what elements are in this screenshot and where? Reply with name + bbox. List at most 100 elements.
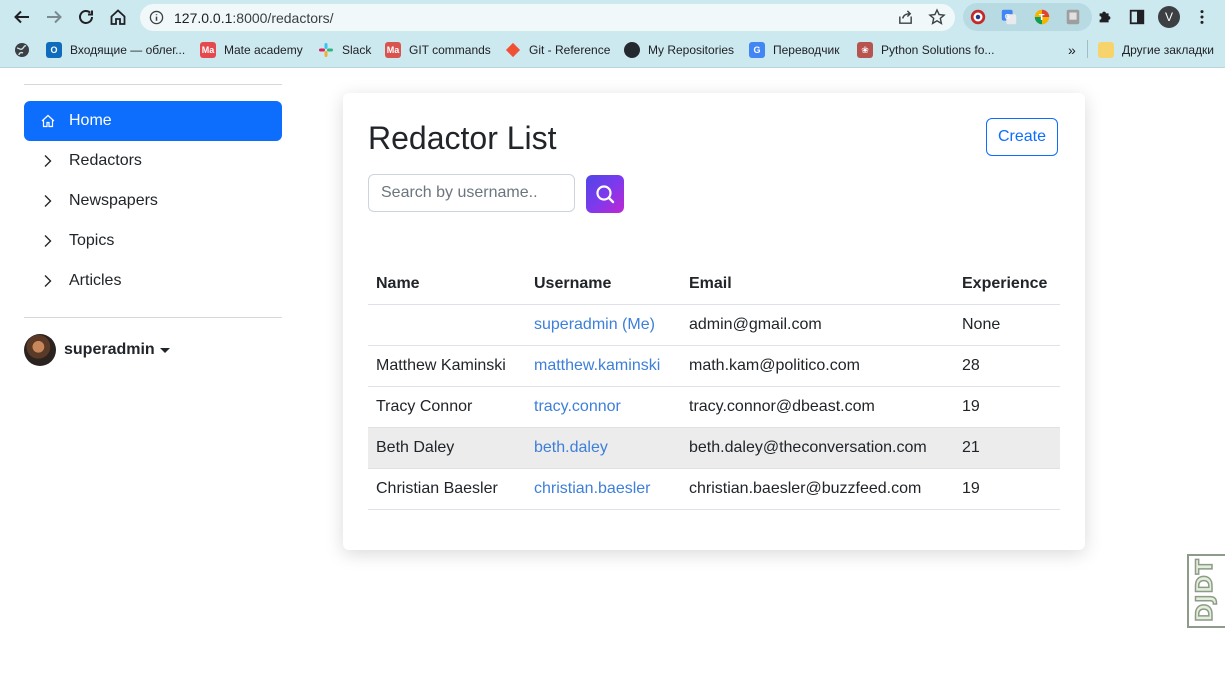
table-row: Christian Baesler christian.baesler chri… <box>368 468 1060 510</box>
search-input[interactable] <box>368 174 575 212</box>
bookmark-item[interactable]: Ma Mate academy <box>200 41 303 59</box>
cell-email: beth.daley@theconversation.com <box>681 427 954 469</box>
info-icon[interactable] <box>149 10 164 25</box>
chevron-right-icon <box>44 275 52 287</box>
debug-toolbar-label: DJDT <box>1192 558 1219 623</box>
cell-email: admin@gmail.com <box>681 304 954 346</box>
cell-experience: 21 <box>954 427 1060 469</box>
sidebar-item-label: Home <box>69 112 112 129</box>
bookmark-item[interactable]: G Переводчик <box>749 41 840 59</box>
sidebar-item-topics[interactable]: Topics <box>24 221 282 261</box>
bookmark-item[interactable]: O Входящие — облег... <box>46 41 185 59</box>
back-button[interactable] <box>10 5 34 29</box>
bookmark-item[interactable]: Ma GIT commands <box>385 41 491 59</box>
cell-experience: 28 <box>954 345 1060 387</box>
avatar <box>24 334 56 366</box>
git-logo-icon <box>505 42 521 58</box>
puzzle-icon[interactable] <box>1095 7 1115 27</box>
bookmark-item[interactable]: Git - Reference <box>505 41 610 59</box>
search-button[interactable] <box>586 175 624 213</box>
mate-academy-icon: Ma <box>200 42 216 58</box>
username-link[interactable]: christian.baesler <box>534 480 651 497</box>
create-button[interactable]: Create <box>986 118 1058 156</box>
house-icon <box>110 9 126 25</box>
username-link[interactable]: beth.daley <box>534 439 608 456</box>
apps-globe-icon[interactable] <box>14 41 30 59</box>
cell-name: Matthew Kaminski <box>368 345 526 387</box>
reload-button[interactable] <box>74 5 98 29</box>
slack-icon <box>318 42 334 58</box>
address-bar[interactable]: 127.0.0.1:8000/redactors/ <box>140 4 955 31</box>
cell-username: beth.daley <box>526 427 681 469</box>
reload-icon <box>79 10 93 24</box>
more-bookmarks-button[interactable]: » <box>1068 41 1076 59</box>
column-header-experience: Experience <box>954 264 1060 305</box>
cell-email: math.kam@politico.com <box>681 345 954 387</box>
sidebar-item-newspapers[interactable]: Newspapers <box>24 181 282 221</box>
chevron-right-icon <box>44 195 52 207</box>
table-row: Beth Daley beth.daley beth.daley@theconv… <box>368 427 1060 469</box>
cell-username: tracy.connor <box>526 386 681 428</box>
cell-name <box>368 304 526 346</box>
cell-email: tracy.connor@dbeast.com <box>681 386 954 428</box>
chevron-right-icon <box>44 155 52 167</box>
home-button[interactable] <box>106 5 130 29</box>
caret-down-icon <box>159 347 170 353</box>
translate-extension-icon[interactable]: G <box>999 7 1019 27</box>
username-link[interactable]: matthew.kaminski <box>534 357 660 374</box>
arrow-left-icon <box>14 10 29 24</box>
username-label: superadmin <box>64 341 155 358</box>
cell-username: christian.baesler <box>526 468 681 510</box>
sidebar-divider <box>24 317 282 318</box>
home-icon <box>41 114 55 128</box>
sidebar-item-label: Topics <box>69 232 115 249</box>
cell-experience: 19 <box>954 386 1060 428</box>
page-title: Redactor List <box>368 120 557 156</box>
redactor-list-card: Redactor List Create Name Username Email… <box>343 93 1085 550</box>
kebab-menu-icon[interactable] <box>1192 7 1212 27</box>
cell-name: Christian Baesler <box>368 468 526 510</box>
user-dropdown[interactable]: superadmin <box>24 334 170 366</box>
outlook-icon: O <box>46 42 62 58</box>
bookmark-item[interactable]: ❀ Python Solutions fo... <box>857 41 994 59</box>
bookmarks-bar: O Входящие — облег... Ma Mate academy Slac… <box>0 34 1225 64</box>
extension-pin-icon[interactable] <box>968 7 988 27</box>
column-header-username: Username <box>526 264 681 305</box>
sidebar-divider <box>24 84 282 85</box>
colorful-extension-icon[interactable]: T <box>1032 7 1052 27</box>
document-extension-icon[interactable] <box>1063 7 1083 27</box>
bookmarks-separator <box>1087 40 1088 58</box>
bookmark-item[interactable]: My Repositories <box>624 41 734 59</box>
cell-name: Tracy Connor <box>368 386 526 428</box>
cell-username: matthew.kaminski <box>526 345 681 387</box>
cell-name: Beth Daley <box>368 427 526 469</box>
folder-icon <box>1098 42 1114 58</box>
svg-text:G: G <box>1005 12 1011 21</box>
redactors-table: Name Username Email Experience superadmi… <box>368 264 1060 510</box>
forward-button[interactable] <box>42 5 66 29</box>
bookmark-star-icon[interactable] <box>928 8 946 26</box>
cell-username: superadmin (Me) <box>526 304 681 346</box>
search-icon <box>596 185 615 204</box>
username-link[interactable]: superadmin (Me) <box>534 316 655 333</box>
table-row: Tracy Connor tracy.connor tracy.connor@d… <box>368 386 1060 428</box>
other-bookmarks[interactable]: Другие закладки <box>1098 41 1214 59</box>
cell-experience: 19 <box>954 468 1060 510</box>
sidebar-item-label: Newspapers <box>69 192 158 209</box>
svg-text:T: T <box>1039 12 1045 22</box>
cell-experience: None <box>954 304 1060 346</box>
debug-toolbar-handle[interactable]: DJDT <box>1187 554 1225 628</box>
profile-avatar[interactable]: V <box>1158 6 1180 28</box>
google-translate-icon: G <box>749 42 765 58</box>
share-icon[interactable] <box>897 9 914 26</box>
table-header-row: Name Username Email Experience <box>368 264 1060 305</box>
browser-chrome: 127.0.0.1:8000/redactors/ G T V O Входящи… <box>0 0 1225 68</box>
username-link[interactable]: tracy.connor <box>534 398 621 415</box>
sidebar-item-home[interactable]: Home <box>24 101 282 141</box>
side-panel-icon[interactable] <box>1127 7 1147 27</box>
sidebar-item-redactors[interactable]: Redactors <box>24 141 282 181</box>
bookmark-item[interactable]: Slack <box>318 41 371 59</box>
table-row: Matthew Kaminski matthew.kaminski math.k… <box>368 345 1060 387</box>
sidebar-item-articles[interactable]: Articles <box>24 261 282 301</box>
chevron-right-icon <box>44 235 52 247</box>
